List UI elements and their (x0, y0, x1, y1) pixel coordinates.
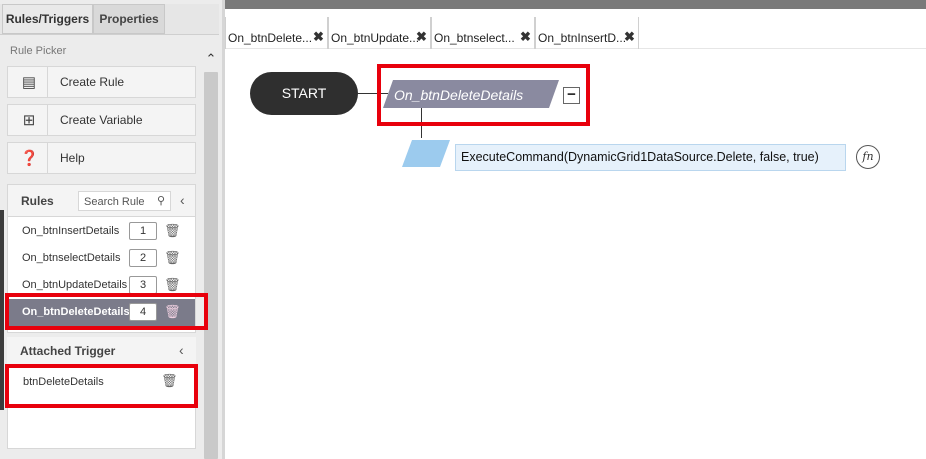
action-text: ExecuteCommand(DynamicGrid1DataSource.De… (461, 150, 819, 164)
function-icon[interactable]: fn (856, 145, 880, 169)
edge-handle (0, 210, 4, 410)
rule-order-input[interactable]: 4 (129, 303, 157, 321)
divider (47, 67, 48, 97)
editor-tab[interactable]: On_btnDelete... ✖ (225, 17, 328, 49)
rule-order-input[interactable]: 3 (129, 276, 157, 294)
divider (47, 105, 48, 135)
search-input[interactable] (84, 194, 154, 209)
divider (47, 143, 48, 173)
editor-tab-label: On_btnInsertD... (538, 31, 627, 45)
search-icon[interactable]: ⚲ (157, 194, 165, 207)
close-icon[interactable]: ✖ (624, 29, 635, 45)
rule-name: On_btnDeleteDetails (22, 306, 130, 318)
scroll-up-icon[interactable]: ⌃ (202, 49, 220, 69)
rule-order-input[interactable]: 2 (129, 249, 157, 267)
trigger-name: btnDeleteDetails (23, 376, 104, 388)
chevron-left-icon[interactable]: ‹ (179, 342, 184, 358)
create-rule-icon: ▤ (21, 74, 37, 91)
start-node[interactable]: START (250, 72, 358, 115)
editor-tab[interactable]: On_btnselect... ✖ (431, 17, 535, 49)
editor-tab[interactable]: On_btnInsertD... ✖ (535, 17, 639, 49)
trash-icon[interactable]: 🗑 (164, 277, 181, 293)
rule-item[interactable]: On_btnselectDetails 2 🗑 (8, 245, 195, 272)
help-label: Help (60, 151, 85, 165)
trash-icon[interactable]: 🗑 (164, 223, 181, 239)
scroll-thumb[interactable] (204, 72, 218, 459)
create-rule-button[interactable]: ▤ Create Rule (7, 66, 196, 98)
close-icon[interactable]: ✖ (313, 29, 324, 45)
tab-properties[interactable]: Properties (93, 4, 165, 34)
trash-icon[interactable]: 🗑 (164, 304, 181, 320)
rule-item-selected[interactable]: On_btnDeleteDetails 4 🗑 (8, 299, 195, 326)
chevron-left-icon[interactable]: ‹ (180, 192, 185, 208)
rule-picker-title: Rule Picker (10, 45, 67, 57)
rule-editor: On_btnDelete... ✖ On_btnUpdate... ✖ On_b… (222, 0, 926, 459)
editor-tab[interactable]: On_btnUpdate... ✖ (328, 17, 431, 49)
left-panel: Rules/Triggers Properties Rule Picker ⌃ … (0, 0, 222, 459)
help-button[interactable]: ❓ Help (7, 142, 196, 174)
tab-rules-triggers[interactable]: Rules/Triggers (2, 4, 93, 34)
editor-tab-label: On_btnselect... (434, 31, 515, 45)
trash-icon[interactable]: 🗑 (161, 373, 178, 389)
help-icon: ❓ (20, 150, 39, 167)
editor-topbar (225, 0, 926, 9)
create-variable-label: Create Variable (60, 113, 143, 127)
attached-trigger-title: Attached Trigger (20, 344, 116, 358)
action-shape (402, 140, 450, 167)
rules-list: Rules ⚲ ‹ On_btnInsertDetails 1 🗑 On_btn… (7, 184, 196, 333)
attached-trigger-header: Attached Trigger ‹ (7, 337, 196, 365)
search-box: ⚲ (78, 191, 171, 211)
create-rule-label: Create Rule (60, 75, 125, 89)
rule-item[interactable]: On_btnInsertDetails 1 🗑 (8, 218, 195, 245)
rule-item[interactable]: On_btnUpdateDetails 3 🗑 (8, 272, 195, 299)
divider (222, 0, 225, 459)
rule-name: On_btnselectDetails (22, 252, 121, 264)
close-icon[interactable]: ✖ (416, 29, 427, 45)
rules-header: Rules ⚲ ‹ (8, 185, 195, 217)
rule-order-input[interactable]: 1 (129, 222, 157, 240)
trigger-node-label: On_btnDeleteDetails (394, 87, 524, 103)
create-variable-icon: ⊞ (22, 112, 36, 129)
action-node[interactable]: ExecuteCommand(DynamicGrid1DataSource.De… (455, 144, 846, 171)
connector-line (421, 108, 422, 138)
close-icon[interactable]: ✖ (520, 29, 531, 45)
editor-tabs: On_btnDelete... ✖ On_btnUpdate... ✖ On_b… (225, 9, 926, 49)
trash-icon[interactable]: 🗑 (164, 250, 181, 266)
collapse-button[interactable]: − (563, 87, 580, 104)
rules-title: Rules (21, 194, 54, 208)
attached-trigger-list: btnDeleteDetails 🗑 (7, 365, 196, 449)
rule-name: On_btnInsertDetails (22, 225, 120, 237)
rule-name: On_btnUpdateDetails (22, 279, 128, 291)
trigger-node[interactable]: On_btnDeleteDetails (383, 80, 559, 108)
editor-tab-label: On_btnUpdate... (331, 31, 420, 45)
panel-tabs: Rules/Triggers Properties (0, 4, 219, 35)
create-variable-button[interactable]: ⊞ Create Variable (7, 104, 196, 136)
editor-tab-label: On_btnDelete... (228, 31, 313, 45)
